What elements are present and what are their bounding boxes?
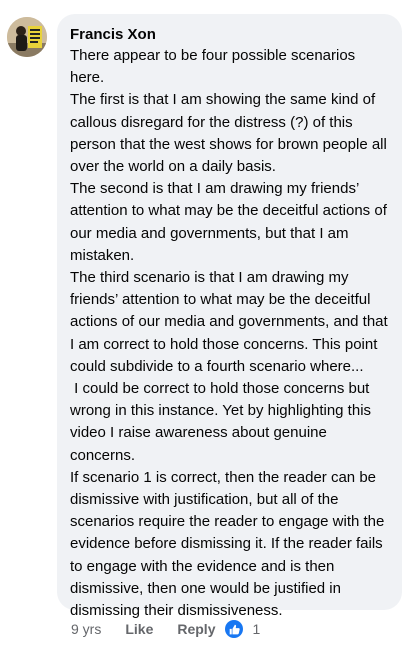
timestamp[interactable]: 9 yrs (71, 621, 101, 637)
profile-photo (7, 17, 47, 57)
comment-actions: 9 yrs Like Reply 1 (71, 619, 260, 639)
comment-paragraph: If scenario 1 is correct, then the reade… (70, 468, 389, 620)
reply-button[interactable]: Reply (177, 621, 215, 637)
comment-body: There appear to be four possible scenari… (70, 45, 390, 622)
comment-bubble: Francis Xon There appear to be four poss… (57, 14, 402, 619)
avatar[interactable] (7, 17, 47, 57)
comment-paragraph: The second is that I am drawing my frien… (70, 180, 392, 264)
like-button[interactable]: Like (125, 621, 153, 637)
comment-paragraph: The first is that I am showing the same … (70, 91, 392, 176)
comment-paragraph: There appear to be four possible scenari… (70, 47, 360, 87)
author-name[interactable]: Francis Xon (70, 25, 390, 44)
thumbs-up-glyph (229, 624, 240, 634)
thumbs-up-icon[interactable] (225, 620, 244, 638)
comment-paragraph: I could be correct to hold those concern… (70, 380, 376, 464)
comment-paragraph: The third scenario is that I am drawing … (70, 269, 392, 375)
reaction-count[interactable]: 1 (252, 621, 260, 637)
